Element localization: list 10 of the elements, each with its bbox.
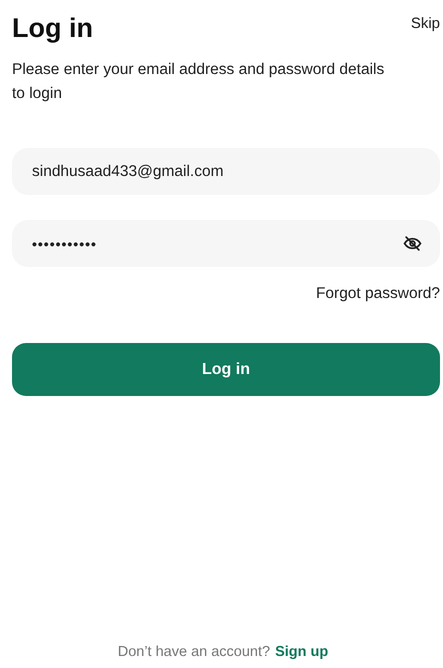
page-title: Log in xyxy=(12,12,93,44)
password-field[interactable]: ••••••••••• xyxy=(12,220,440,267)
skip-link[interactable]: Skip xyxy=(410,15,440,32)
forgot-password-link[interactable]: Forgot password? xyxy=(316,285,440,303)
signup-prompt: Don’t have an account? xyxy=(118,644,270,660)
eye-slash-icon[interactable] xyxy=(403,234,422,253)
signup-link[interactable]: Sign up xyxy=(275,644,328,660)
instruction-text: Please enter your email address and password details to login xyxy=(12,60,386,104)
login-button[interactable]: Log in xyxy=(12,343,440,396)
email-field[interactable]: sindhusaad433@gmail.com xyxy=(12,148,440,195)
